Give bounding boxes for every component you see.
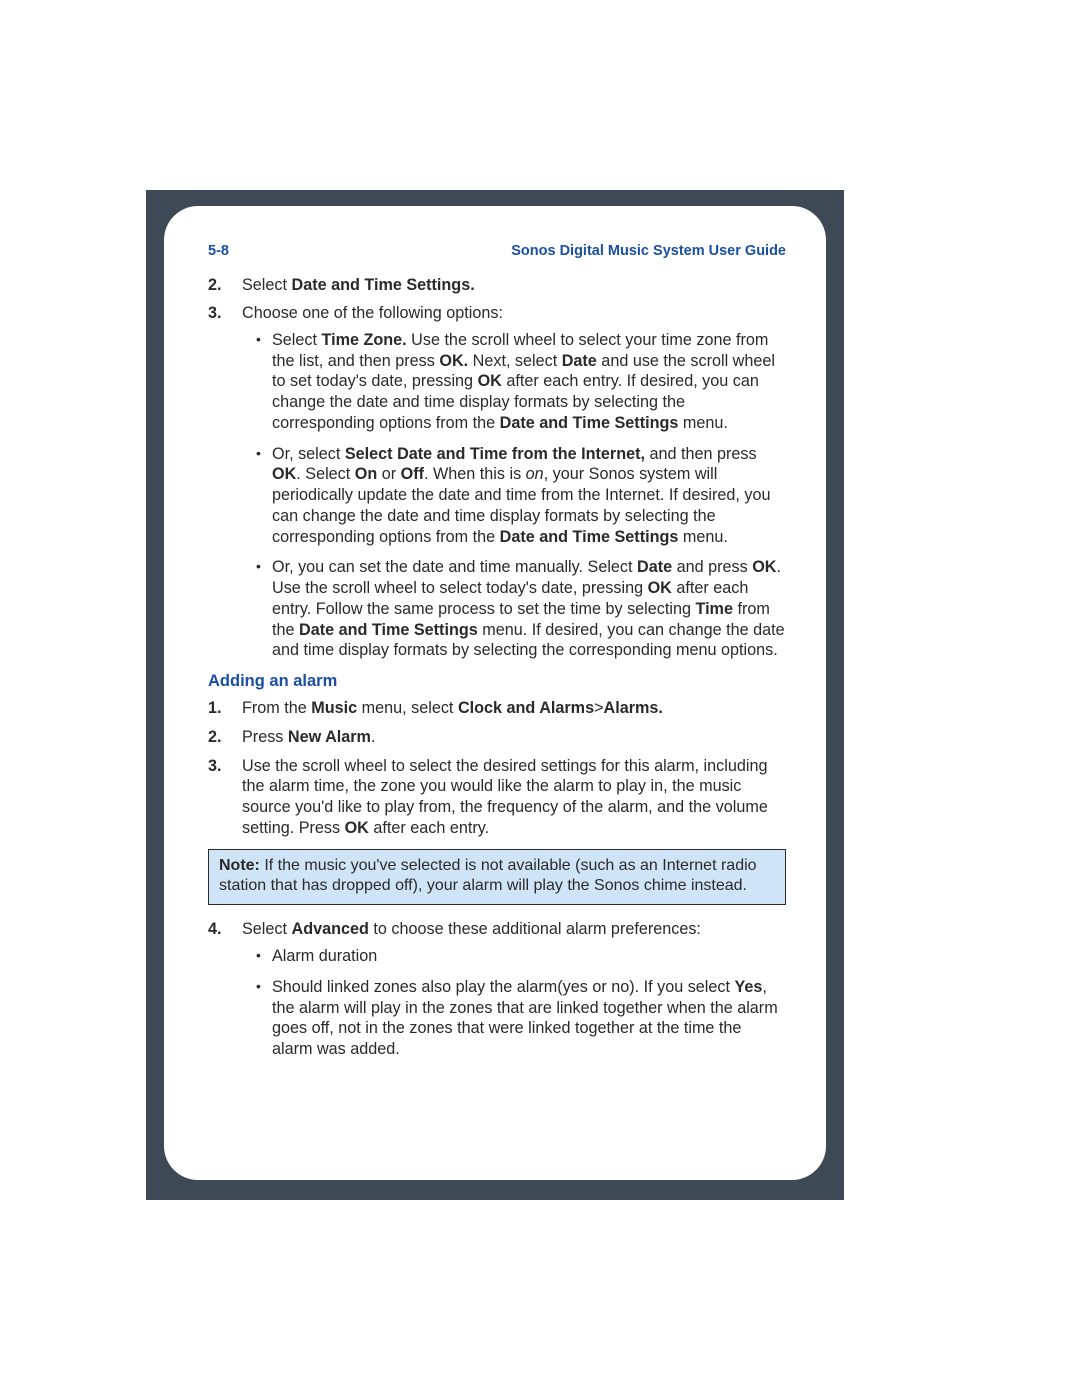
note-label: Note: <box>219 857 260 874</box>
step-number: 2. <box>208 727 236 748</box>
alarm-step-2: 2. Press New Alarm. <box>242 727 786 748</box>
page-frame: 5-8 Sonos Digital Music System User Guid… <box>146 190 844 1200</box>
bold: Date and Time Settings. <box>292 276 475 294</box>
doc-title: Sonos Digital Music System User Guide <box>511 242 786 261</box>
step-number: 2. <box>208 275 236 296</box>
alarm-step-4: 4. Select Advanced to choose these addit… <box>242 919 786 1059</box>
steps-adding-alarm-cont: 4. Select Advanced to choose these addit… <box>208 919 786 1059</box>
note-box: Note: If the music you've selected is no… <box>208 849 786 906</box>
step-2: 2. Select Date and Time Settings. <box>242 275 786 296</box>
step-number: 4. <box>208 919 236 940</box>
steps-date-time: 2. Select Date and Time Settings. 3. Cho… <box>208 275 786 661</box>
step-3: 3. Choose one of the following options: … <box>242 303 786 661</box>
pref-duration: Alarm duration <box>272 946 786 967</box>
steps-adding-alarm: 1. From the Music menu, select Clock and… <box>208 698 786 838</box>
step-number: 1. <box>208 698 236 719</box>
page: 5-8 Sonos Digital Music System User Guid… <box>164 206 826 1180</box>
canvas: 5-8 Sonos Digital Music System User Guid… <box>0 0 1080 1397</box>
running-header: 5-8 Sonos Digital Music System User Guid… <box>208 242 786 261</box>
step-number: 3. <box>208 756 236 777</box>
pref-linked-zones: Should linked zones also play the alarm(… <box>272 977 786 1060</box>
step-text: Choose one of the following options: <box>242 304 503 322</box>
step-text: Select <box>242 276 292 294</box>
alarm-step-3: 3. Use the scroll wheel to select the de… <box>242 756 786 839</box>
option-timezone: Select Time Zone. Use the scroll wheel t… <box>272 330 786 434</box>
step-number: 3. <box>208 303 236 324</box>
note-text: If the music you've selected is not avai… <box>219 857 757 894</box>
option-manual: Or, you can set the date and time manual… <box>272 557 786 661</box>
advanced-prefs: Alarm duration Should linked zones also … <box>242 946 786 1060</box>
options-list: Select Time Zone. Use the scroll wheel t… <box>242 330 786 661</box>
alarm-step-1: 1. From the Music menu, select Clock and… <box>242 698 786 719</box>
option-internet: Or, select Select Date and Time from the… <box>272 444 786 548</box>
section-heading-adding-alarm: Adding an alarm <box>208 671 786 692</box>
page-number: 5-8 <box>208 242 229 261</box>
